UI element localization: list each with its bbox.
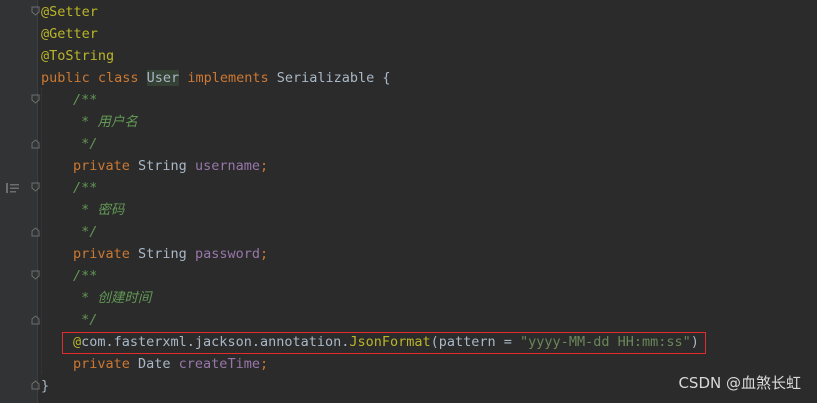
code-line[interactable]: */ <box>41 221 699 243</box>
unfold-marker-icon[interactable] <box>31 139 40 149</box>
code-token: /** <box>73 92 98 108</box>
code-line[interactable]: public class User implements Serializabl… <box>41 67 699 89</box>
code-line[interactable]: @Getter <box>41 23 699 45</box>
code-line[interactable]: * 用户名 <box>41 111 699 133</box>
code-token: /** <box>73 180 98 196</box>
code-line[interactable]: * 创建时间 <box>41 287 699 309</box>
code-token: username <box>194 158 260 174</box>
highlight-box <box>62 332 706 354</box>
editor-gutter <box>0 0 38 403</box>
code-token: private <box>73 246 139 262</box>
code-token: createTime <box>178 356 260 372</box>
code-line[interactable]: */ <box>41 309 699 331</box>
code-line[interactable]: private String password; <box>41 243 699 265</box>
code-token: ; <box>259 246 269 262</box>
code-token: @ToString <box>41 48 115 64</box>
code-token: String <box>138 158 195 174</box>
code-token: @Getter <box>41 26 98 42</box>
unfold-marker-icon[interactable] <box>31 380 40 390</box>
fold-marker-icon[interactable] <box>31 94 40 104</box>
code-token: User <box>146 70 180 86</box>
code-token: ; <box>259 356 269 372</box>
gutter-separator <box>37 0 38 403</box>
unfold-marker-icon[interactable] <box>31 315 40 325</box>
code-token: private <box>73 158 139 174</box>
code-line[interactable]: * 密码 <box>41 199 699 221</box>
code-token: */ <box>73 136 98 152</box>
code-line[interactable]: */ <box>41 133 699 155</box>
code-token: implements <box>179 70 277 86</box>
code-token: String <box>138 246 195 262</box>
fold-marker-icon[interactable] <box>31 6 40 16</box>
code-line[interactable]: /** <box>41 265 699 287</box>
code-token: */ <box>73 224 98 240</box>
fold-marker-icon[interactable] <box>31 182 40 192</box>
unfold-marker-icon[interactable] <box>31 227 40 237</box>
fold-marker-icon[interactable] <box>31 270 40 280</box>
watermark: CSDN @血煞长虹 <box>678 374 801 392</box>
code-line[interactable]: @Setter <box>41 1 699 23</box>
code-token: */ <box>73 312 98 328</box>
structure-icon[interactable] <box>6 181 20 193</box>
code-token: * 创建时间 <box>73 290 152 306</box>
code-token: private <box>73 356 139 372</box>
code-line[interactable]: } <box>41 375 699 397</box>
code-token: password <box>194 246 260 262</box>
code-token: ; <box>259 158 269 174</box>
code-token: } <box>41 378 50 394</box>
code-line[interactable]: private String username; <box>41 155 699 177</box>
code-token: /** <box>73 268 98 284</box>
code-token: Date <box>138 356 179 372</box>
code-token: * 密码 <box>73 202 125 218</box>
code-line[interactable]: private Date createTime; <box>41 353 699 375</box>
code-line[interactable]: /** <box>41 177 699 199</box>
code-token: Serializable { <box>276 70 391 86</box>
code-token: public class <box>41 70 147 86</box>
code-line[interactable]: @ToString <box>41 45 699 67</box>
code-line[interactable]: /** <box>41 89 699 111</box>
code-token: * 用户名 <box>73 114 138 130</box>
code-token: @Setter <box>41 4 98 20</box>
